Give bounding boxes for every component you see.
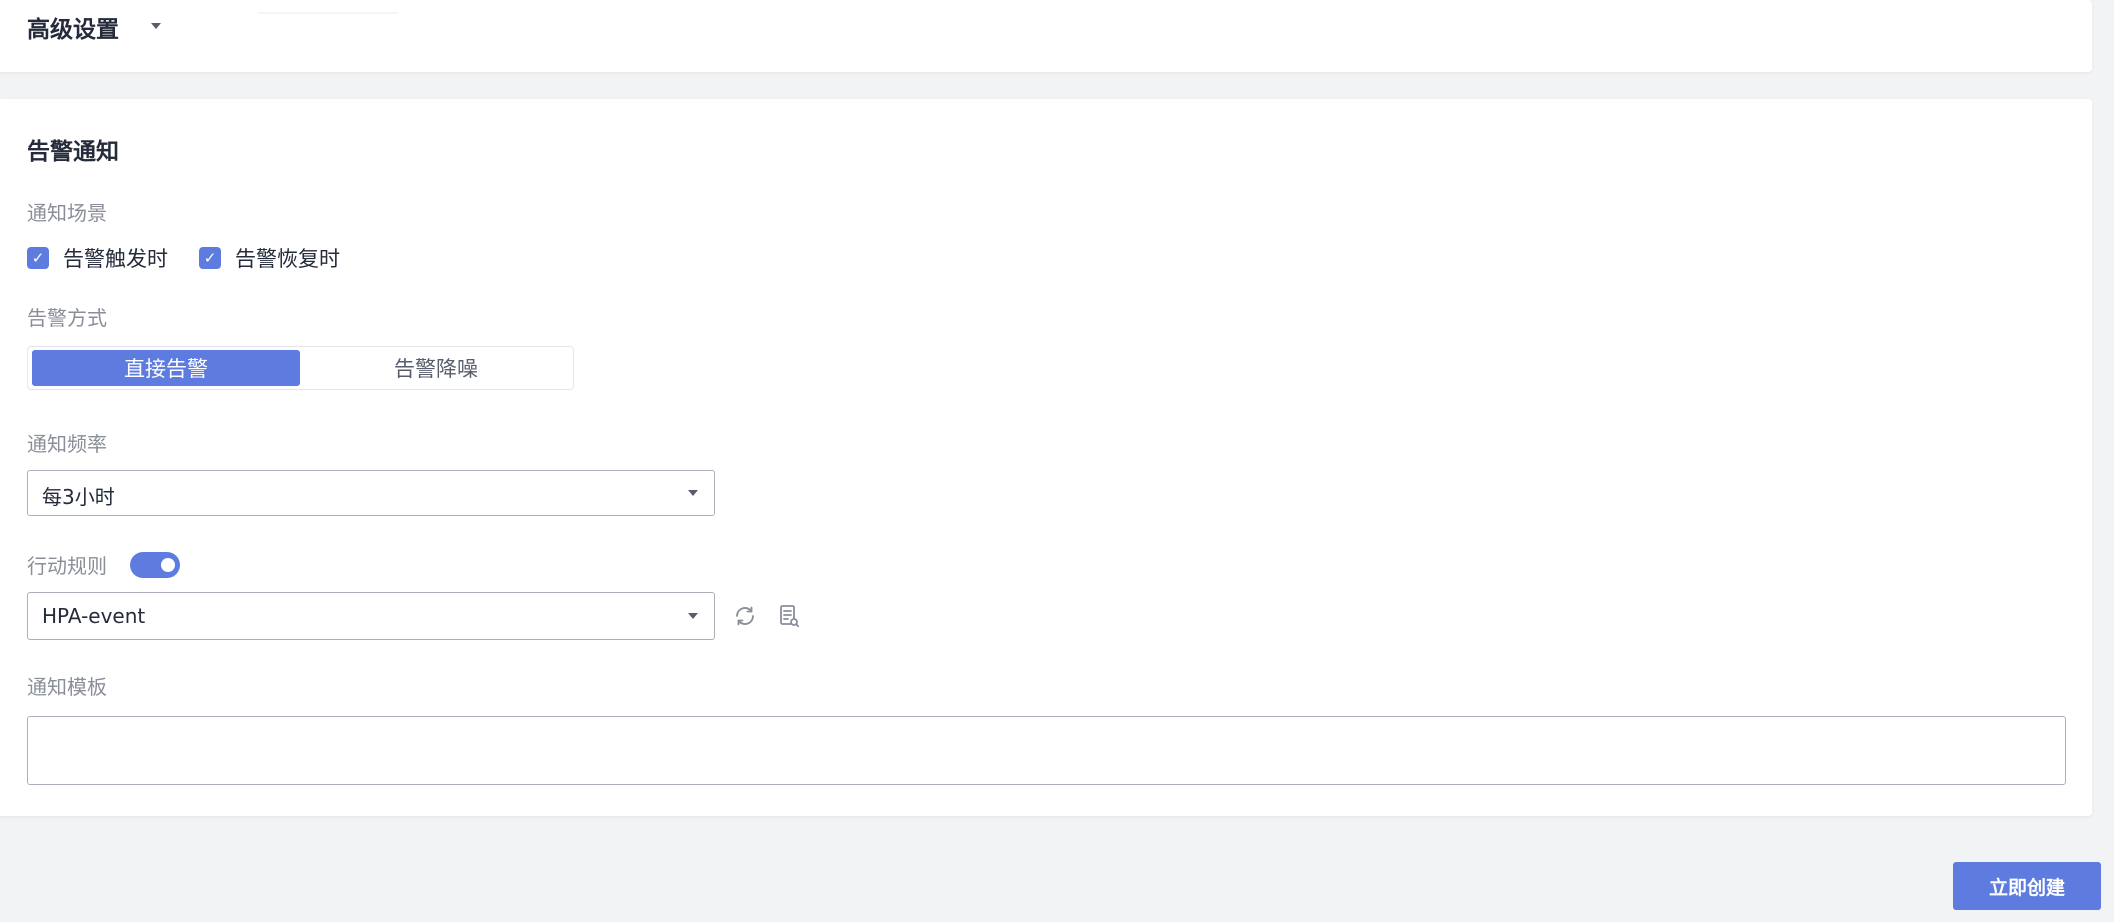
alarm-notification-card: 告警通知: [0, 99, 2092, 816]
action-rule-select[interactable]: HPA-event: [27, 592, 715, 640]
notification-template-label: 通知模板: [27, 675, 107, 699]
document-view-icon[interactable]: [775, 602, 803, 630]
action-rule-label: 行动规则: [27, 554, 107, 578]
frequency-select[interactable]: 每3小时: [27, 470, 715, 516]
checkmark-icon: ✓: [199, 247, 221, 269]
select-value: 每3小时: [42, 485, 115, 509]
chevron-down-icon: [688, 613, 698, 619]
notification-template-input[interactable]: [27, 716, 2066, 785]
segment-alarm-noise-reduction[interactable]: 告警降噪: [302, 350, 570, 386]
checkbox-alarm-triggered[interactable]: ✓ 告警触发时: [27, 243, 168, 273]
notification-frequency-label: 通知频率: [27, 432, 107, 456]
toggle-knob: [161, 558, 175, 572]
chevron-down-icon: [688, 490, 698, 496]
checkbox-label: 告警恢复时: [235, 247, 340, 271]
refresh-icon[interactable]: [731, 602, 759, 630]
advanced-settings-card: 高级设置: [0, 0, 2092, 72]
checkbox-label: 告警触发时: [63, 247, 168, 271]
checkmark-icon: ✓: [27, 247, 49, 269]
select-value: HPA-event: [42, 604, 146, 628]
notification-scene-label: 通知场景: [27, 201, 107, 225]
alarm-mode-label: 告警方式: [27, 306, 107, 330]
action-rule-toggle[interactable]: [130, 552, 180, 578]
divider: [258, 12, 398, 14]
create-now-button[interactable]: 立即创建: [1953, 862, 2101, 910]
section-title: 告警通知: [27, 139, 119, 165]
alarm-mode-segmented: 直接告警 告警降噪: [27, 346, 574, 390]
caret-down-icon[interactable]: [151, 23, 161, 29]
checkbox-alarm-recovered[interactable]: ✓ 告警恢复时: [199, 243, 340, 273]
advanced-settings-title[interactable]: 高级设置: [27, 10, 119, 44]
segment-direct-alarm[interactable]: 直接告警: [32, 350, 300, 386]
